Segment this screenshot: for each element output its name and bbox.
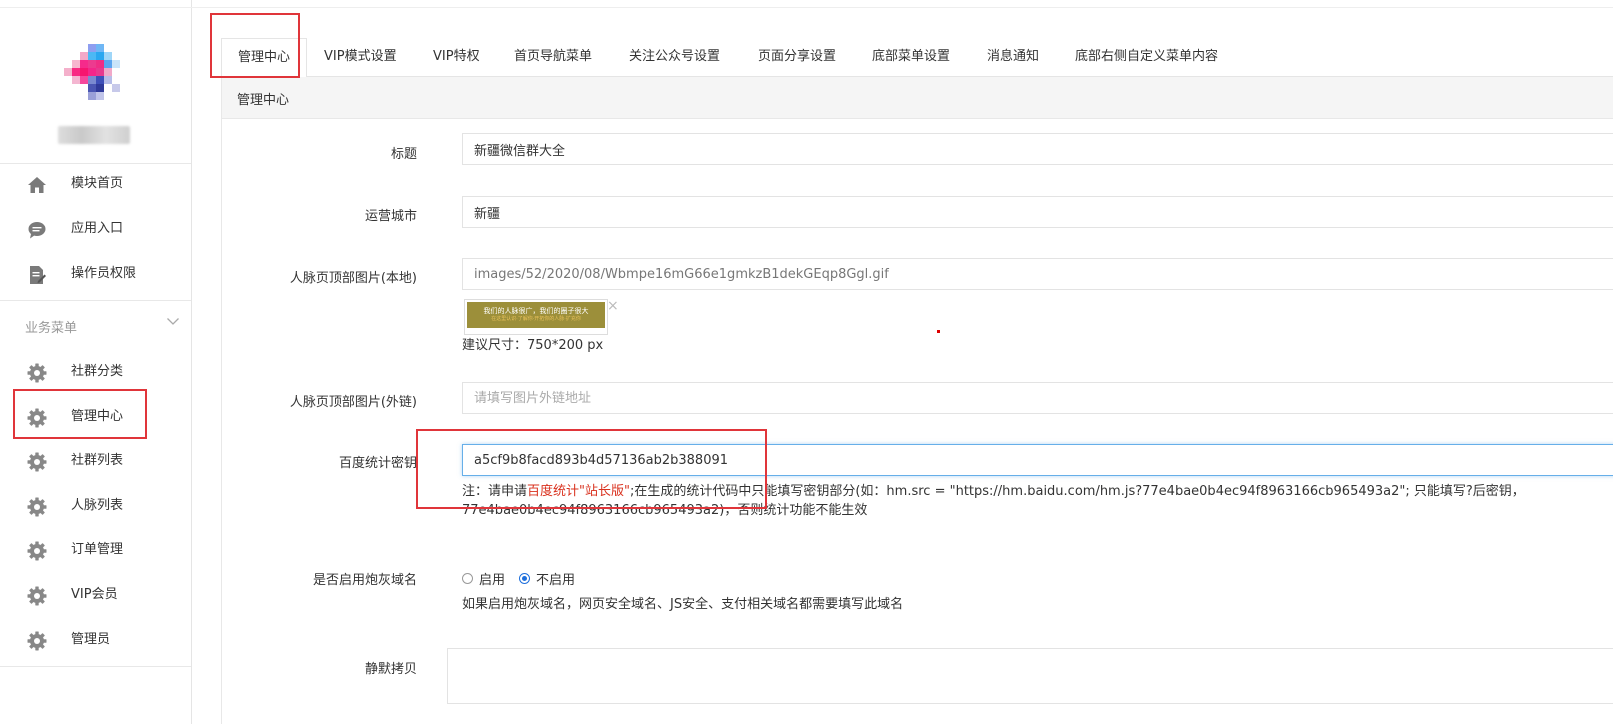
city-input[interactable] <box>462 196 1613 228</box>
sidebar-item-label: 人脉列表 <box>71 498 124 513</box>
stray-dot <box>937 330 940 333</box>
sidebar-item-label: 社群列表 <box>71 453 124 468</box>
sidebar-item-vip-members[interactable]: VIP会员 <box>0 575 191 615</box>
tab-follow-official-account[interactable]: 关注公众号设置 <box>629 38 720 76</box>
gear-icon <box>27 586 47 606</box>
sidebar-divider <box>0 300 191 301</box>
chat-icon <box>27 220 47 240</box>
sidebar-item-app-entry[interactable]: 应用入口 <box>0 209 191 249</box>
tab-home-nav-menu[interactable]: 首页导航菜单 <box>514 38 592 76</box>
gear-icon <box>27 363 47 383</box>
silent-copy-label: 静默拷贝 <box>364 662 417 677</box>
chevron-down-icon[interactable] <box>166 314 180 328</box>
main-top-divider <box>191 7 1613 8</box>
radio-circle-checked <box>519 572 531 584</box>
radio-enable[interactable]: 启用 <box>462 569 505 588</box>
tab-vip-mode-settings[interactable]: VIP模式设置 <box>324 38 397 76</box>
baidu-key-label: 百度统计密钥 <box>338 456 417 471</box>
cannon-domain-label: 是否启用炮灰域名 <box>312 573 417 588</box>
banner-line-2: 在这里认识·了解你·开拓你的人脉·扩充你 <box>491 316 581 322</box>
sidebar-item-label: 操作员权限 <box>71 266 137 281</box>
gear-icon <box>27 408 47 428</box>
account-avatar-logo <box>58 44 134 106</box>
sidebar-item-label: 订单管理 <box>71 542 124 557</box>
tab-vip-privileges[interactable]: VIP特权 <box>433 38 480 76</box>
baidu-stats-link[interactable]: 百度统计"站长版" <box>527 484 630 499</box>
gear-icon <box>27 497 47 517</box>
settings-form: 标题 运营城市 人脉页顶部图片(本地) 我们的人脉很广，我们的圈子很大 在这里认… <box>221 118 1613 724</box>
document-edit-icon <box>27 265 47 285</box>
radio-enable-label: 启用 <box>479 572 506 588</box>
sidebar-item-order-management[interactable]: 订单管理 <box>0 530 191 570</box>
tab-page-share-settings[interactable]: 页面分享设置 <box>758 38 836 76</box>
cannon-domain-help: 如果启用炮灰域名，网页安全域名、JS安全、支付相关域名都需要填写此域名 <box>462 597 904 612</box>
sidebar-item-label: VIP会员 <box>71 587 118 602</box>
external-image-url-input[interactable] <box>462 382 1613 414</box>
title-label: 标题 <box>390 147 417 162</box>
sidebar-section-title: 业务菜单 <box>25 321 78 336</box>
home-icon <box>27 175 47 195</box>
radio-disable[interactable]: 不启用 <box>519 569 575 588</box>
sidebar-item-management-center[interactable]: 管理中心 <box>0 397 191 437</box>
sidebar-item-community-category[interactable]: 社群分类 <box>0 352 191 392</box>
panel-heading: 管理中心 <box>221 77 1613 119</box>
external-image-label: 人脉页顶部图片(外链) <box>289 395 417 410</box>
banner-image: 我们的人脉很广，我们的圈子很大 在这里认识·了解你·开拓你的人脉·扩充你 <box>467 302 605 328</box>
sidebar-divider <box>0 666 191 667</box>
silent-copy-textarea[interactable] <box>447 648 1613 704</box>
baidu-key-input[interactable] <box>462 444 1613 476</box>
sidebar-item-label: 应用入口 <box>71 221 124 236</box>
gear-icon <box>27 541 47 561</box>
gear-icon <box>27 631 47 651</box>
radio-circle <box>462 572 473 584</box>
tab-message-notifications[interactable]: 消息通知 <box>987 38 1039 76</box>
sidebar-item-label: 管理中心 <box>71 409 124 424</box>
local-image-label: 人脉页顶部图片(本地) <box>289 271 417 286</box>
sidebar-item-label: 管理员 <box>71 632 111 647</box>
tab-bottom-menu-settings[interactable]: 底部菜单设置 <box>872 38 950 76</box>
sidebar-item-contacts-list[interactable]: 人脉列表 <box>0 486 191 526</box>
local-image-path-input[interactable] <box>462 258 1613 290</box>
app-root: 模块首页 应用入口 操作员权限 业务菜单 社群分类 管理中心 社群列表 人脉列表… <box>0 0 1613 724</box>
sidebar: 模块首页 应用入口 操作员权限 业务菜单 社群分类 管理中心 社群列表 人脉列表… <box>0 0 192 724</box>
sidebar-item-administrators[interactable]: 管理员 <box>0 620 191 660</box>
title-input[interactable] <box>462 133 1613 165</box>
radio-disable-label: 不启用 <box>536 572 576 588</box>
sidebar-item-community-list[interactable]: 社群列表 <box>0 441 191 481</box>
remove-image-icon[interactable]: × <box>607 298 619 314</box>
sidebar-top-divider <box>0 7 191 8</box>
panel-title: 管理中心 <box>237 93 290 108</box>
main-content: 管理中心 VIP模式设置 VIP特权 首页导航菜单 关注公众号设置 页面分享设置… <box>191 0 1613 724</box>
gear-icon <box>27 452 47 472</box>
city-label: 运营城市 <box>364 209 417 224</box>
image-preview-thumbnail: 我们的人脉很广，我们的圈子很大 在这里认识·了解你·开拓你的人脉·扩充你 <box>464 299 608 335</box>
settings-tabs: 管理中心 VIP模式设置 VIP特权 首页导航菜单 关注公众号设置 页面分享设置… <box>221 38 1613 78</box>
tab-management-center[interactable]: 管理中心 <box>221 38 307 78</box>
banner-line-1: 我们的人脉很广，我们的圈子很大 <box>483 307 589 315</box>
image-size-hint: 建议尺寸：750*200 px <box>462 338 604 353</box>
account-name-blurred <box>58 126 130 144</box>
sidebar-item-operator-permissions[interactable]: 操作员权限 <box>0 254 191 294</box>
note-prefix: 注：请申请 <box>462 484 528 499</box>
sidebar-item-label: 模块首页 <box>71 176 124 191</box>
cannon-domain-radio-group: 启用 不启用 <box>462 568 589 588</box>
baidu-key-note: 注：请申请百度统计"站长版";在生成的统计代码中只能填写密钥部分(如：hm.sr… <box>462 482 1562 520</box>
sidebar-item-module-home[interactable]: 模块首页 <box>0 164 191 204</box>
tab-bottom-right-custom-menu[interactable]: 底部右侧自定义菜单内容 <box>1075 38 1218 76</box>
sidebar-item-label: 社群分类 <box>71 364 124 379</box>
